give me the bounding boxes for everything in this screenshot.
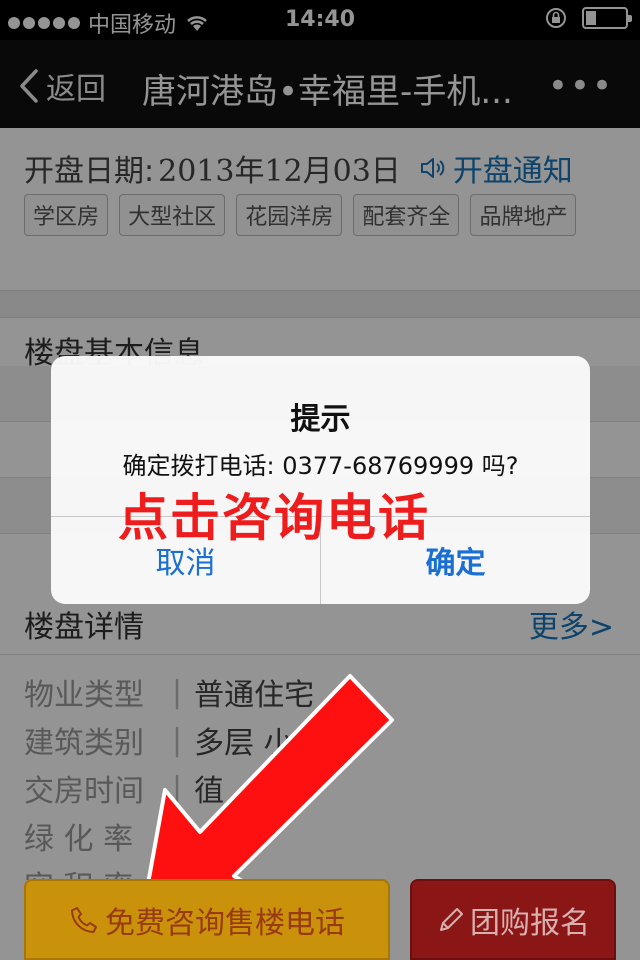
- pencil-icon: [440, 907, 463, 931]
- call-sales-button[interactable]: 免费咨询售楼电话: [24, 879, 390, 960]
- dialog-message: 确定拨打电话: 0377-68769999 吗?: [122, 452, 519, 480]
- phone-icon: [71, 906, 97, 933]
- call-sales-label: 免费咨询售楼电话: [105, 905, 345, 941]
- group-buy-button[interactable]: 团购报名: [410, 879, 616, 960]
- group-buy-label: 团购报名: [470, 905, 590, 941]
- annotation-text: 点击咨询电话: [118, 489, 430, 547]
- dialog-title: 提示: [290, 402, 351, 437]
